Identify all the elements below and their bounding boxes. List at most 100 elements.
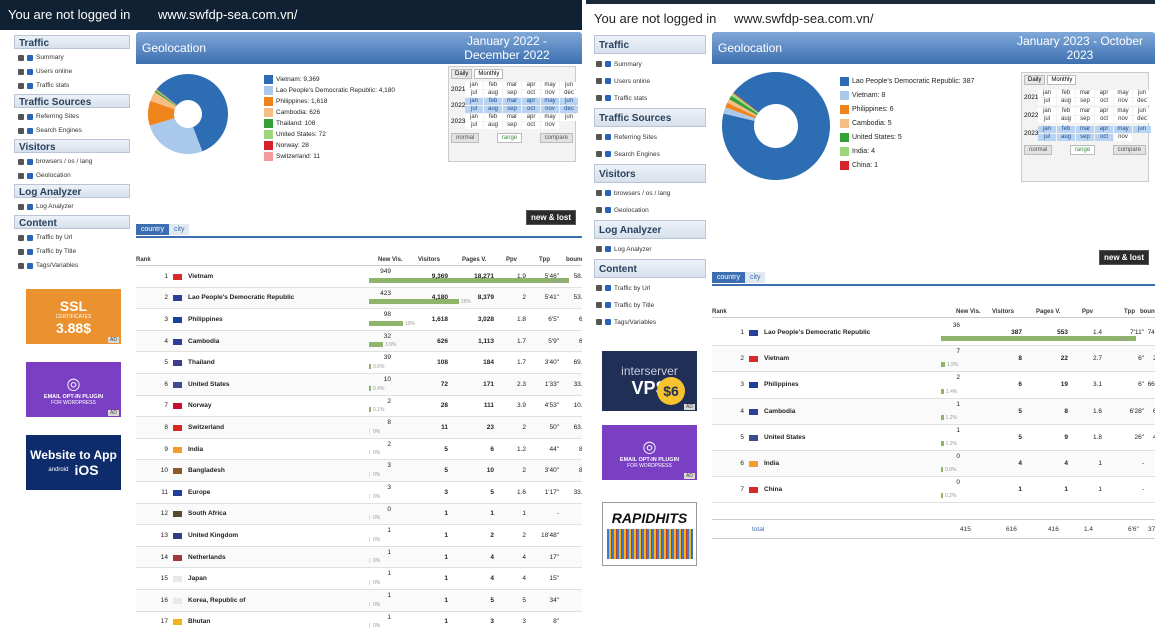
month-cell-nov[interactable]: nov bbox=[1114, 116, 1132, 123]
country-name[interactable]: Vietnam bbox=[188, 273, 213, 280]
month-cell-feb[interactable]: feb bbox=[1057, 126, 1075, 133]
month-cell-may[interactable]: may bbox=[541, 114, 559, 121]
table-row[interactable]: 12South Africa00%111-0% bbox=[136, 503, 582, 526]
month-cell-aug[interactable]: aug bbox=[484, 122, 502, 129]
sidebar-item-users-online[interactable]: Users online bbox=[596, 74, 706, 88]
month-cell-mar[interactable]: mar bbox=[1076, 126, 1094, 133]
sidebar-item-summary[interactable]: Summary bbox=[18, 52, 130, 63]
column-header-tpp[interactable]: Tpp bbox=[539, 257, 550, 263]
country-name[interactable]: Vietnam bbox=[764, 355, 789, 362]
sidebar-item-users-online[interactable]: Users online bbox=[18, 66, 130, 77]
calendar-tab-daily[interactable]: Daily bbox=[1024, 75, 1046, 85]
country-name[interactable]: United Kingdom bbox=[188, 532, 238, 539]
month-cell-apr[interactable]: apr bbox=[522, 98, 540, 105]
country-name[interactable]: Cambodia bbox=[188, 338, 219, 345]
month-cell-dec[interactable]: dec bbox=[1133, 98, 1151, 105]
month-cell-may[interactable]: may bbox=[1114, 126, 1132, 133]
column-header-rank[interactable]: Rank bbox=[136, 257, 151, 263]
country-name[interactable]: United States bbox=[764, 434, 806, 441]
country-name[interactable]: Lao People's Democratic Republic bbox=[764, 329, 870, 336]
sidebar-item-traffic-by-url[interactable]: Traffic by Url bbox=[596, 281, 706, 295]
month-cell-nov[interactable]: nov bbox=[541, 90, 559, 97]
table-row[interactable]: 3 Philippines 98 10% 1,618 3,028 1.8 6'5" 64% bbox=[136, 309, 582, 331]
column-header-visitors[interactable]: Visitors bbox=[992, 309, 1014, 315]
table-row[interactable]: 11 Europe 3 0% 3 5 1.6 1'17" 33.3% bbox=[136, 482, 582, 504]
month-cell-aug[interactable]: aug bbox=[484, 106, 502, 113]
table-row[interactable]: 2Vietnam71.9%8222.76"25% bbox=[712, 346, 1155, 373]
sidebar-item-tags-variables[interactable]: Tags/Variables bbox=[596, 315, 706, 329]
month-cell-apr[interactable]: apr bbox=[522, 114, 540, 121]
month-cell-jun[interactable]: jun bbox=[560, 98, 578, 105]
sidebar-item-search-engines[interactable]: Search Engines bbox=[596, 147, 706, 161]
month-cell-oct[interactable]: oct bbox=[1095, 134, 1113, 141]
table-row[interactable]: 4Cambodia11.2%581.66'28"60% bbox=[712, 398, 1155, 425]
month-cell-feb[interactable]: feb bbox=[484, 114, 502, 121]
calendar-tab-monthly[interactable]: Monthly bbox=[1047, 75, 1077, 85]
sidebar-item-traffic-by-title[interactable]: Traffic by Title bbox=[596, 298, 706, 312]
month-cell-feb[interactable]: feb bbox=[484, 82, 502, 89]
month-cell-dec[interactable]: dec bbox=[1133, 116, 1151, 123]
table-row[interactable]: 1 Lao People's Democratic Republic 36 93% 38… bbox=[712, 320, 1155, 347]
sidebar-item-search-engines[interactable]: Search Engines bbox=[18, 125, 130, 136]
month-cell-mar[interactable]: mar bbox=[503, 114, 521, 121]
country-name[interactable]: Bangladesh bbox=[188, 467, 225, 474]
month-cell-jun[interactable]: jun bbox=[1133, 108, 1151, 115]
new-and-lost-button[interactable]: new & lost bbox=[1098, 250, 1149, 265]
table-row[interactable]: 8 Switzerland 8 0% 11 23 2 50" 63.6% bbox=[136, 417, 582, 439]
country-name[interactable]: Philippines bbox=[764, 381, 799, 388]
month-cell-jan[interactable]: jan bbox=[1038, 126, 1056, 133]
table-row[interactable]: 16 Korea, Republic of 1 0% 1 5 5 34" 0% bbox=[136, 590, 582, 612]
month-cell-oct[interactable]: oct bbox=[1095, 98, 1113, 105]
rapidhits-ad[interactable]: RAPIDHITS bbox=[602, 502, 697, 566]
normal-button[interactable]: normal bbox=[1024, 145, 1053, 155]
country-name[interactable]: United States bbox=[188, 381, 230, 388]
month-cell-mar[interactable]: mar bbox=[1076, 108, 1094, 115]
month-cell-mar[interactable]: mar bbox=[503, 98, 521, 105]
sidebar-item-browsers-os-lang[interactable]: browsers / os / lang bbox=[18, 156, 130, 167]
range-button[interactable]: range bbox=[1069, 145, 1096, 155]
table-row[interactable]: 6India00.9%441-0% bbox=[712, 451, 1155, 478]
month-cell-jul[interactable]: jul bbox=[1038, 98, 1056, 105]
tab-city[interactable]: city bbox=[744, 272, 766, 283]
country-name[interactable]: India bbox=[188, 446, 203, 453]
email-optin-ad[interactable]: ◎ EMAIL OPT-IN PLUGIN FOR WORDPRESS AD bbox=[602, 425, 697, 480]
table-row[interactable]: 9 India 2 0% 5 6 1.2 44" 80% bbox=[136, 439, 582, 461]
website-to-app-ad[interactable]: Website to App android iOS bbox=[26, 435, 121, 490]
sidebar-item-log-analyzer[interactable]: Log Analyzer bbox=[18, 201, 130, 212]
month-cell-mar[interactable]: mar bbox=[1076, 90, 1094, 97]
country-name[interactable]: China bbox=[764, 486, 782, 493]
country-name[interactable]: Europe bbox=[188, 489, 210, 496]
interserver-vps-ad[interactable]: interserver VPS $6 AD bbox=[602, 351, 697, 411]
table-row[interactable]: 10 Bangladesh 3 0% 5 10 2 3'40" 80% bbox=[136, 460, 582, 482]
column-header-ppv[interactable]: Ppv bbox=[506, 257, 517, 263]
sidebar-item-traffic-by-url[interactable]: Traffic by Url bbox=[18, 232, 130, 243]
month-cell-aug[interactable]: aug bbox=[1057, 116, 1075, 123]
ssl-certificates-ad[interactable]: SSL CERTIFICATES 3.88$ AD bbox=[26, 289, 121, 344]
table-row[interactable]: 7China00.2%111-0% bbox=[712, 477, 1155, 504]
month-cell-may[interactable]: may bbox=[1114, 90, 1132, 97]
sidebar-item-log-analyzer[interactable]: Log Analyzer bbox=[596, 242, 706, 256]
site-url-link[interactable]: www.swfdp-sea.com.vn/ bbox=[158, 7, 297, 22]
email-optin-ad[interactable]: ◎ EMAIL OPT-IN PLUGIN FOR WORDPRESS AD bbox=[26, 362, 121, 417]
month-cell-jan[interactable]: jan bbox=[1038, 90, 1056, 97]
month-cell-oct[interactable]: oct bbox=[522, 106, 540, 113]
month-cell-nov[interactable]: nov bbox=[1114, 134, 1132, 141]
month-cell-jan[interactable]: jan bbox=[465, 114, 483, 121]
month-cell-jul[interactable]: jul bbox=[1038, 116, 1056, 123]
country-name[interactable]: Thailand bbox=[188, 359, 215, 366]
sidebar-item-traffic-by-title[interactable]: Traffic by Title bbox=[18, 246, 130, 257]
table-row[interactable]: 15 Japan 1 0% 1 4 4 15" 0% bbox=[136, 568, 582, 590]
column-header-bounce[interactable]: bounce bbox=[1140, 309, 1155, 315]
country-name[interactable]: Japan bbox=[188, 575, 207, 582]
country-name[interactable]: Lao People's Democratic Republic bbox=[188, 294, 294, 301]
site-url-link[interactable]: www.swfdp-sea.com.vn/ bbox=[734, 11, 873, 26]
country-name[interactable]: India bbox=[764, 460, 779, 467]
sidebar-item-geolocation[interactable]: Geolocation bbox=[18, 170, 130, 181]
month-cell-jun[interactable]: jun bbox=[1133, 90, 1151, 97]
month-cell-apr[interactable]: apr bbox=[1095, 126, 1113, 133]
month-cell-jan[interactable]: jan bbox=[465, 82, 483, 89]
month-cell-aug[interactable]: aug bbox=[1057, 134, 1075, 141]
month-cell-oct[interactable]: oct bbox=[522, 122, 540, 129]
calendar-tab-daily[interactable]: Daily bbox=[451, 69, 473, 79]
country-name[interactable]: South Africa bbox=[188, 510, 226, 517]
